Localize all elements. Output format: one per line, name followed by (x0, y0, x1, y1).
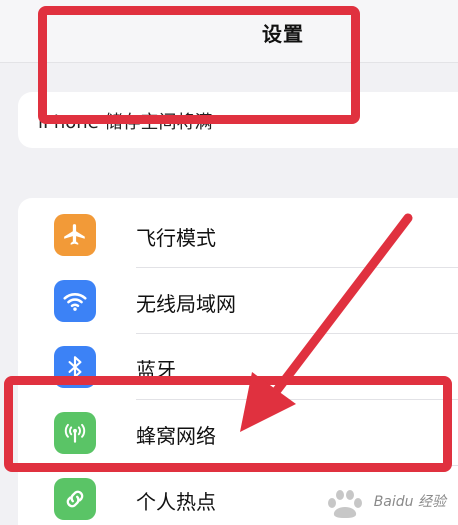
navigation-bar: 设置 (0, 0, 458, 63)
settings-row-airplane-mode[interactable]: 飞行模式 (18, 202, 458, 268)
watermark-text: Baidu 经验 (373, 494, 446, 510)
wifi-icon (54, 280, 96, 322)
personal-hotspot-icon (54, 478, 96, 520)
bluetooth-icon (54, 346, 96, 388)
settings-row-label: 飞行模式 (136, 226, 216, 250)
storage-full-text: iPhone 储存空间将满 (38, 112, 213, 133)
settings-row-label: 无线局域网 (136, 292, 236, 316)
settings-row-cellular[interactable]: 蜂窝网络 (18, 400, 458, 466)
settings-row-label: 个人热点 (136, 490, 216, 514)
page-title: 设置 (262, 22, 304, 46)
settings-row-bluetooth[interactable]: 蓝牙 (18, 334, 458, 400)
settings-row-label: 蓝牙 (136, 358, 176, 382)
airplane-icon (54, 214, 96, 256)
settings-row-wifi[interactable]: 无线局域网 (18, 268, 458, 334)
settings-row-label: 蜂窝网络 (136, 424, 216, 448)
settings-screen: 设置 iPhone 储存空间将满 飞行模式 无线局域网 蓝牙 蜂窝网络 个人热点… (0, 0, 458, 525)
cellular-antenna-icon (54, 412, 96, 454)
